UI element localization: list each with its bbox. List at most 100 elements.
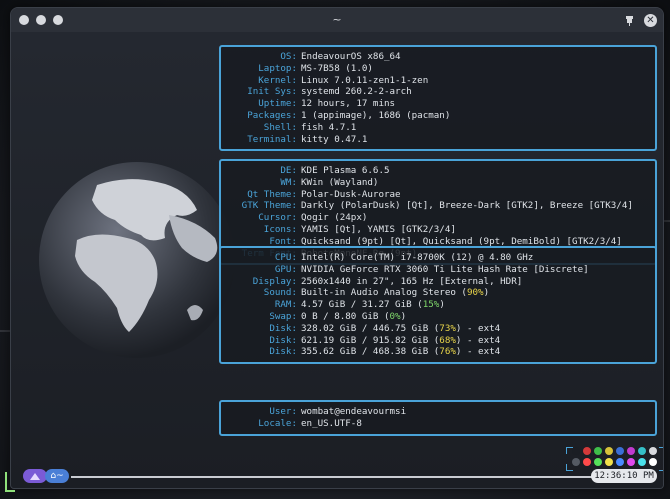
info-row: Packages1 (appimage), 1686 (pacman)	[221, 110, 655, 122]
hardware-info-box: CPUIntel(R) Core(TM) i7-8700K (12) @ 4.8…	[219, 246, 657, 365]
pin-icon[interactable]	[622, 13, 636, 27]
info-key: Qt Theme	[221, 189, 301, 201]
info-value: systemd 260.2-2-arch	[301, 86, 412, 98]
palette-swatch	[583, 447, 591, 455]
info-key: WM	[221, 177, 301, 189]
info-value: YAMIS [Qt], YAMIS [GTK2/3/4]	[301, 223, 456, 235]
info-key: Display	[221, 276, 301, 288]
info-row: Terminalkitty 0.47.1	[221, 134, 655, 146]
close-icon[interactable]: ✕	[644, 13, 657, 27]
info-row: Qt ThemePolar-Dusk-Aurorae	[221, 189, 655, 201]
value-text: 328.02 GiB / 446.75 GiB (	[301, 322, 440, 334]
info-row: Userwombat@endeavourmsi	[221, 406, 655, 418]
info-key: Init Sys	[221, 86, 301, 98]
info-value: KDE Plasma 6.6.5	[301, 165, 390, 176]
info-key: Cursor	[221, 212, 301, 224]
info-row: CursorQogir (24px)	[221, 212, 655, 224]
palette-swatch	[605, 447, 613, 455]
info-value: NVIDIA GeForce RTX 3060 Ti Lite Hash Rat…	[301, 263, 589, 275]
info-value: EndeavourOS x86_64	[301, 51, 401, 62]
palette-swatch	[583, 458, 591, 466]
info-key: Disk	[221, 346, 301, 358]
info-key: Icons	[221, 224, 301, 236]
info-value: Polar-Dusk-Aurorae	[301, 188, 401, 200]
titlebar[interactable]: ~ ✕	[11, 8, 663, 32]
info-value: Intel(R) Core(TM) i7-8700K (12) @ 4.80 G…	[301, 252, 534, 263]
info-value: 12 hours, 17 mins	[301, 98, 396, 110]
info-row: CPUIntel(R) Core(TM) i7-8700K (12) @ 4.8…	[221, 252, 655, 264]
info-row: SoundBuilt-in Audio Analog Stereo (90%)	[221, 287, 655, 299]
value-text: ) - ext4	[455, 346, 501, 358]
info-row: Uptime12 hours, 17 mins	[221, 98, 655, 110]
usage-percent: 0%	[389, 310, 401, 322]
prompt-cursor	[5, 472, 15, 492]
info-row: Init Syssystemd 260.2-2-arch	[221, 86, 655, 98]
info-row: Shellfish 4.7.1	[221, 122, 655, 134]
info-value: wombat@endeavourmsi	[301, 406, 407, 417]
info-row: Localeen_US.UTF-8	[221, 418, 655, 430]
terminal-content[interactable]: OSEndeavourOS x86_64LaptopMS-7B58 (1.0)K…	[11, 32, 663, 488]
info-key: Packages	[221, 110, 301, 122]
info-row: Swap0 B / 8.80 GiB (0%)	[221, 311, 655, 323]
info-row: LaptopMS-7B58 (1.0)	[221, 63, 655, 75]
info-key: Terminal	[221, 134, 301, 146]
info-key: Disk	[221, 335, 301, 347]
info-value: 4.57 GiB / 31.27 GiB (15%)	[301, 299, 445, 311]
value-text: 4.57 GiB / 31.27 GiB (	[301, 299, 423, 311]
palette-swatch	[616, 447, 624, 455]
info-key: OS	[221, 51, 301, 63]
usage-percent: 15%	[422, 299, 440, 311]
globe-logo	[39, 162, 235, 358]
value-text: 621.19 GiB / 915.82 GiB (	[301, 334, 440, 346]
info-value: fish 4.7.1	[301, 121, 357, 133]
value-text: 355.62 GiB / 468.38 GiB (	[301, 346, 440, 358]
usage-percent: 73%	[439, 322, 456, 334]
cwd-label: ~	[56, 471, 64, 481]
info-value: 2560x1440 in 27", 165 Hz [External, HDR]	[301, 275, 523, 287]
palette-swatch	[649, 447, 657, 455]
info-row: DEKDE Plasma 6.6.5	[221, 165, 655, 177]
usage-percent: 68%	[439, 334, 456, 346]
palette-swatch	[605, 458, 613, 466]
value-text: 0 B / 8.80 GiB (	[301, 310, 390, 322]
info-row: IconsYAMIS [Qt], YAMIS [GTK2/3/4]	[221, 224, 655, 236]
info-key: Shell	[221, 122, 301, 134]
info-row: Disk355.62 GiB / 468.38 GiB (76%) - ext4	[221, 346, 655, 358]
info-key: GTK Theme	[221, 200, 301, 212]
usage-percent: 76%	[439, 346, 456, 358]
system-info-box: OSEndeavourOS x86_64LaptopMS-7B58 (1.0)K…	[219, 45, 657, 152]
palette-swatch	[616, 458, 624, 466]
info-key: Kernel	[221, 75, 301, 87]
info-value: MS-7B58 (1.0)	[301, 62, 373, 74]
endeavour-icon	[30, 472, 40, 480]
info-key: GPU	[221, 264, 301, 276]
palette-bracket	[566, 447, 573, 454]
info-key: Swap	[221, 311, 301, 323]
os-pill	[23, 469, 47, 483]
window-title: ~	[332, 13, 342, 26]
palette-swatch	[627, 447, 635, 455]
prompt-statusbar: ⌂ ~ 12:36:10 PM	[11, 466, 663, 488]
terminal-window[interactable]: ~ ✕ OSEndeavourOS x86_64LaptopMS-7B58 (	[10, 7, 664, 489]
info-key: Laptop	[221, 63, 301, 75]
info-row: RAM4.57 GiB / 31.27 GiB (15%)	[221, 299, 655, 311]
info-value: Built-in Audio Analog Stereo (90%)	[301, 287, 489, 299]
info-row: GTK ThemeDarkly (PolarDusk) [Qt], Breeze…	[221, 200, 655, 212]
user-info-box: Userwombat@endeavourmsiLocaleen_US.UTF-8	[219, 400, 657, 436]
info-value: Qogir (24px)	[301, 212, 368, 224]
info-value: 328.02 GiB / 446.75 GiB (73%) - ext4	[301, 323, 500, 335]
palette-swatch	[594, 458, 602, 466]
value-text: )	[439, 299, 445, 311]
value-text: ) - ext4	[455, 322, 501, 334]
info-value: KWin (Wayland)	[301, 176, 379, 188]
value-text: ) - ext4	[455, 334, 501, 346]
palette-swatch	[572, 447, 580, 455]
info-key: RAM	[221, 299, 301, 311]
palette-bracket	[659, 447, 663, 454]
info-value: 1 (appimage), 1686 (pacman)	[301, 109, 451, 121]
info-row: OSEndeavourOS x86_64	[221, 51, 655, 63]
usage-percent: 90%	[466, 287, 484, 299]
info-row: WMKWin (Wayland)	[221, 177, 655, 189]
info-value: 621.19 GiB / 915.82 GiB (68%) - ext4	[301, 335, 500, 347]
info-key: User	[221, 406, 301, 418]
